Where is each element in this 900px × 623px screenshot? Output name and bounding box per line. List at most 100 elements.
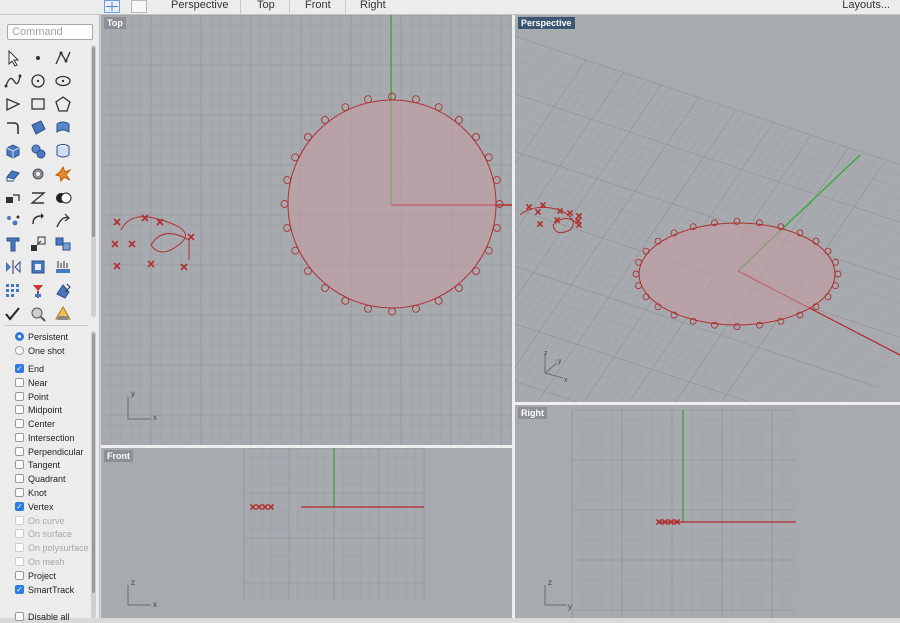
osnap-disable-all[interactable]: Disable all [15, 610, 70, 623]
osnap-project-checkbox[interactable] [15, 571, 24, 580]
osnap-near-checkbox[interactable] [15, 378, 24, 387]
viewport-splitter-vertical[interactable] [512, 15, 515, 618]
four-view-layout-button[interactable] [104, 0, 120, 13]
loft-surface-tool-button[interactable] [52, 117, 74, 139]
array-tool-button[interactable] [52, 256, 74, 278]
osnap-quadrant[interactable]: Quadrant [15, 472, 66, 485]
single-view-layout-button[interactable] [131, 0, 147, 13]
render-tool-button[interactable] [52, 303, 74, 325]
osnap-intersection[interactable]: Intersection [15, 431, 75, 444]
control-point-marker[interactable] [113, 218, 121, 226]
sphere-group-tool-button[interactable] [27, 140, 49, 162]
move-tool-button[interactable] [2, 187, 24, 209]
tab-top[interactable]: Top [257, 0, 275, 12]
polyline-tool-button[interactable] [52, 47, 74, 69]
osnap-smarttrack[interactable]: ✓ SmartTrack [15, 583, 74, 596]
viewport-right[interactable]: z y Right [515, 405, 900, 618]
tab-perspective[interactable]: Perspective [171, 0, 228, 12]
osnap-near[interactable]: Near [15, 376, 48, 389]
viewport-splitter-right[interactable] [515, 402, 900, 405]
osnap-mode-one-shot[interactable]: One shot [15, 344, 65, 357]
osnap-smarttrack-checkbox[interactable]: ✓ [15, 585, 24, 594]
osnap-center-checkbox[interactable] [15, 419, 24, 428]
edit-points-tool-button[interactable] [52, 280, 74, 302]
grid-points-tool-button[interactable] [2, 280, 24, 302]
circle-tool-button[interactable] [27, 70, 49, 92]
osnap-tangent-checkbox[interactable] [15, 460, 24, 469]
osnap-perpendicular-checkbox[interactable] [15, 447, 24, 456]
check-tool-button[interactable] [2, 303, 24, 325]
control-point-marker[interactable] [141, 214, 149, 222]
viewport-perspective[interactable]: z y x Perspective [515, 15, 900, 402]
control-point-marker[interactable] [534, 208, 542, 216]
mirror-tool-button[interactable] [2, 256, 24, 278]
viewport-title-front[interactable]: Front [104, 450, 133, 462]
tools-scrollbar-thumb[interactable] [92, 47, 95, 237]
radio-persistent[interactable] [15, 332, 24, 341]
split-tool-button[interactable] [27, 187, 49, 209]
radio-one-shot[interactable] [15, 346, 24, 355]
osnap-disable-all-checkbox[interactable] [15, 612, 24, 621]
viewport-splitter-left[interactable] [101, 445, 512, 448]
right-view-canvas[interactable]: z y [515, 405, 900, 618]
control-point-marker[interactable] [575, 221, 583, 229]
curve-through-points-tool-button[interactable] [2, 70, 24, 92]
viewport-title-perspective[interactable]: Perspective [518, 17, 575, 29]
top-view-canvas[interactable]: y x [101, 15, 512, 445]
osnap-scrollbar-thumb[interactable] [92, 333, 95, 593]
extrude-surface-tool-button[interactable] [2, 163, 24, 185]
viewport-title-top[interactable]: Top [104, 17, 126, 29]
disc-surface[interactable] [287, 99, 497, 309]
osnap-knot[interactable]: Knot [15, 486, 47, 499]
osnap-end[interactable]: ✓ End [15, 362, 44, 375]
control-point-marker[interactable] [113, 262, 121, 270]
osnap-end-checkbox[interactable]: ✓ [15, 364, 24, 373]
group-tool-button[interactable] [52, 233, 74, 255]
disc-surface[interactable] [638, 222, 836, 326]
block-tool-button[interactable] [27, 256, 49, 278]
osnap-perpendicular[interactable]: Perpendicular [15, 445, 84, 458]
tab-front[interactable]: Front [305, 0, 331, 12]
perspective-view-canvas[interactable]: z y x [515, 15, 900, 402]
osnap-knot-checkbox[interactable] [15, 488, 24, 497]
control-point-marker[interactable] [525, 203, 533, 211]
point-cloud-tool-button[interactable] [2, 210, 24, 232]
control-point-marker[interactable] [111, 240, 119, 248]
layer-tool-button[interactable] [27, 280, 49, 302]
osnap-midpoint-checkbox[interactable] [15, 405, 24, 414]
front-view-canvas[interactable]: z x [101, 448, 512, 618]
explode-tool-button[interactable] [52, 163, 74, 185]
gear-solid-tool-button[interactable] [27, 163, 49, 185]
boolean-tool-button[interactable] [52, 187, 74, 209]
osnap-mode-persistent[interactable]: Persistent [15, 330, 68, 343]
osnap-vertex-checkbox[interactable]: ✓ [15, 502, 24, 511]
command-input[interactable] [7, 24, 93, 40]
osnap-project[interactable]: Project [15, 569, 56, 582]
box-solid-tool-button[interactable] [2, 140, 24, 162]
osnap-center[interactable]: Center [15, 417, 55, 430]
rotate-tool-button[interactable] [27, 210, 49, 232]
cylinder-tool-button[interactable] [52, 140, 74, 162]
control-point-marker[interactable] [261, 503, 269, 511]
text-object-tool-button[interactable] [2, 233, 24, 255]
control-point-marker[interactable] [128, 240, 136, 248]
fillet-curve-tool-button[interactable] [2, 117, 24, 139]
osnap-point[interactable]: Point [15, 390, 49, 403]
osnap-tangent[interactable]: Tangent [15, 458, 60, 471]
osnap-midpoint[interactable]: Midpoint [15, 403, 62, 416]
viewport-front[interactable]: z x Front [101, 448, 512, 618]
viewport-top[interactable]: y x Top [101, 15, 512, 445]
scale-tool-button[interactable] [27, 233, 49, 255]
zoom-tool-button[interactable] [27, 303, 49, 325]
viewport-title-right[interactable]: Right [518, 407, 547, 419]
ellipse-tool-button[interactable] [52, 70, 74, 92]
select-arrow-tool-button[interactable] [2, 47, 24, 69]
pentagon-tool-button[interactable] [52, 93, 74, 115]
osnap-quadrant-checkbox[interactable] [15, 474, 24, 483]
osnap-vertex[interactable]: ✓ Vertex [15, 500, 54, 513]
sweep-tool-button[interactable] [52, 210, 74, 232]
control-point-marker[interactable] [566, 209, 574, 217]
polygon-tool-button[interactable] [2, 93, 24, 115]
tab-right[interactable]: Right [360, 0, 386, 12]
rectangle-tool-button[interactable] [27, 93, 49, 115]
